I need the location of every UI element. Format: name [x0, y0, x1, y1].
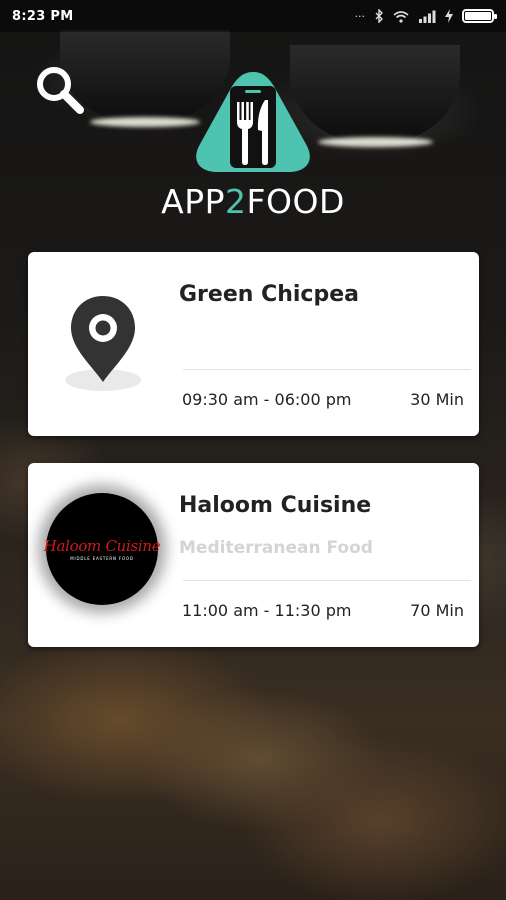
logo-text-prefix: APP — [161, 182, 226, 221]
charging-icon — [445, 9, 453, 23]
restaurant-name: Haloom Cuisine — [179, 493, 372, 518]
restaurant-card[interactable]: Haloom Cuisine MIDDLE EASTERN FOOD Haloo… — [28, 463, 479, 647]
logo-text-suffix: FOOD — [246, 182, 345, 221]
logo-text-accent: 2 — [225, 182, 247, 221]
phone-fork-knife-icon — [196, 72, 310, 172]
restaurant-cuisine: Mediterranean Food — [179, 538, 373, 558]
bluetooth-icon — [375, 9, 383, 23]
status-time: 8:23 PM — [12, 8, 74, 24]
restaurant-logo: Haloom Cuisine MIDDLE EASTERN FOOD — [43, 493, 161, 605]
search-icon — [37, 67, 84, 114]
delivery-time: 30 Min — [410, 390, 464, 409]
restaurant-logo-subtitle: MIDDLE EASTERN FOOD — [70, 556, 134, 561]
app-logo: APP2FOOD — [150, 68, 356, 228]
restaurant-name: Green Chicpea — [179, 282, 359, 307]
signal-dots-icon: ··· — [354, 9, 366, 23]
card-divider — [183, 580, 471, 581]
wifi-icon — [393, 10, 409, 23]
card-divider — [183, 369, 471, 370]
status-bar: 8:23 PM ··· — [0, 0, 506, 32]
restaurant-logo-title: Haloom Cuisine — [43, 537, 161, 555]
delivery-time: 70 Min — [410, 601, 464, 620]
opening-hours: 09:30 am - 06:00 pm — [182, 390, 352, 409]
battery-level — [465, 12, 491, 20]
battery-icon — [462, 9, 497, 23]
cellular-icon — [419, 10, 436, 23]
app-logo-text: APP2FOOD — [150, 182, 356, 221]
map-pin-icon — [65, 296, 141, 391]
status-icons: ··· — [354, 9, 497, 23]
search-button[interactable] — [34, 64, 86, 116]
opening-hours: 11:00 am - 11:30 pm — [182, 601, 352, 620]
restaurant-card[interactable]: Green Chicpea 09:30 am - 06:00 pm 30 Min — [28, 252, 479, 436]
